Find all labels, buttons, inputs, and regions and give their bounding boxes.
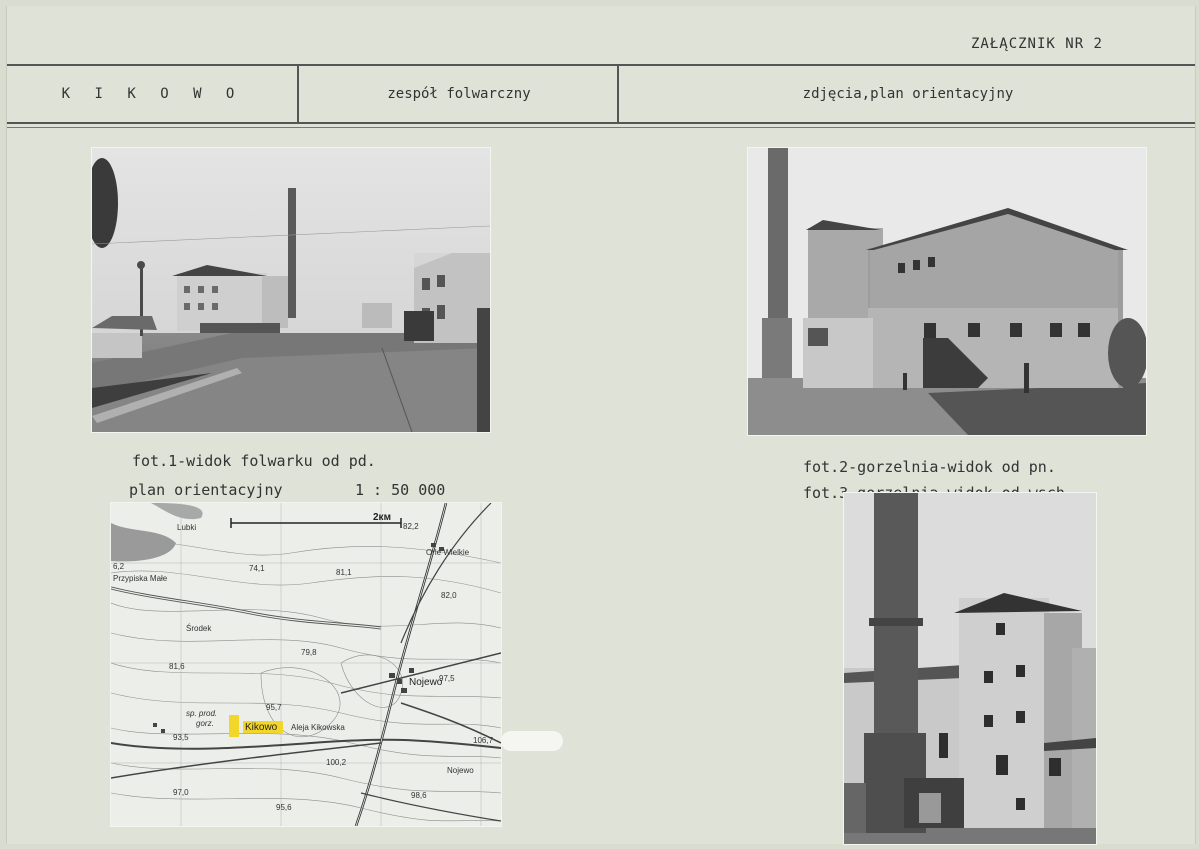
photo-1 (92, 148, 490, 432)
map-label-nojewo: Nojewo (409, 677, 443, 688)
map-spot-height: 79,8 (301, 648, 317, 657)
map-scalebar-label: 2км (373, 512, 391, 523)
map-label-nojewo-2: Nojewo (447, 766, 474, 775)
map-spot-height: 81,1 (336, 568, 352, 577)
caption-photo-2: fot.2-gorzelnia-widok od pn. (803, 458, 1056, 476)
map-spot-height: 95,6 (276, 803, 292, 812)
orientation-map: 2км Lubki Orle Wielkie Przypiska Małe Śr… (111, 503, 501, 826)
header-table: K I K O W O zespół folwarczny zdjęcia,pl… (7, 64, 1197, 128)
annex-number: ZAŁĄCZNIK NR 2 (970, 36, 1103, 52)
caption-scale: 1 : 50 000 (355, 481, 446, 499)
caption-plan: plan orientacyjny (129, 481, 283, 499)
header-content: zdjęcia,plan orientacyjny (617, 66, 1197, 122)
map-spot-height: 106,7 (473, 736, 494, 745)
map-label-przypiska: Przypiska Małe (113, 574, 168, 583)
map-spot-height: 98,6 (411, 791, 427, 800)
map-spot-height: 97,0 (173, 788, 189, 797)
map-label-kikowo: Kikowo (245, 722, 278, 733)
map-farm-highlight (229, 715, 239, 737)
map-spot-height: 97,5 (439, 674, 455, 683)
map-label-srodek: Środek (186, 624, 212, 633)
map-spot-height: 82,0 (441, 591, 457, 600)
map-spot-height: 100,2 (326, 758, 347, 767)
map-label-aleja: Aleja Kikowska (291, 723, 345, 732)
map-spot-height: 6,2 (113, 562, 125, 571)
header-place: K I K O W O (61, 86, 243, 102)
header-complex: zespół folwarczny (297, 66, 619, 122)
map-label-orle: Orle Wielkie (426, 548, 470, 557)
header-underline (7, 127, 1195, 128)
adhesive-tape (501, 731, 563, 751)
map-label-farm-note-2: gorz. (196, 719, 214, 728)
map-label-farm-note-1: sp. prod. (186, 709, 217, 718)
photo-3 (844, 493, 1096, 844)
map-spot-height: 82,2 (403, 522, 419, 531)
caption-photo-1: fot.1-widok folwarku od pd. (132, 452, 376, 470)
map-label-lubki: Lubki (177, 523, 196, 532)
photo-1-image (92, 148, 490, 432)
map-spot-height: 74,1 (249, 564, 265, 573)
map-spot-height: 81,6 (169, 662, 185, 671)
photo-2 (748, 148, 1146, 435)
map-image: 2км Lubki Orle Wielkie Przypiska Małe Śr… (111, 503, 501, 826)
map-spot-height: 93,5 (173, 733, 189, 742)
document-sheet: ZAŁĄCZNIK NR 2 K I K O W O zespół folwar… (6, 6, 1196, 844)
photo-2-image (748, 148, 1146, 435)
map-spot-height: 95,7 (266, 703, 282, 712)
photo-3-image (844, 493, 1096, 844)
